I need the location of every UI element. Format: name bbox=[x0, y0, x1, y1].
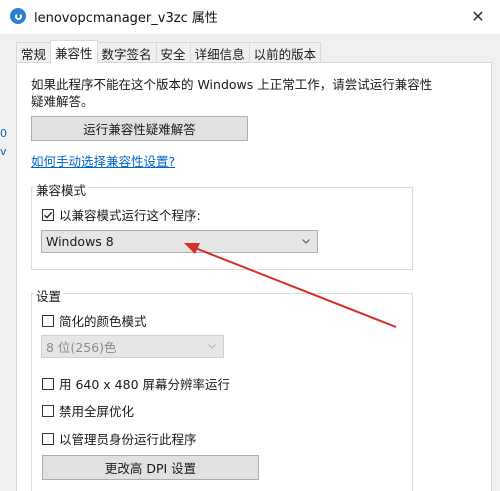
fullscreen-row: 禁用全屏优化 bbox=[42, 401, 134, 420]
compat-mode-row: 以兼容模式运行这个程序: bbox=[42, 205, 201, 224]
tab-digital-signatures[interactable]: 数字签名 bbox=[96, 42, 157, 63]
color-depth-select[interactable]: 8 位(256)色 bbox=[41, 335, 224, 358]
fullscreen-checkbox[interactable] bbox=[42, 404, 54, 417]
tab-strip: 常规 兼容性 数字签名 安全 详细信息 以前的版本 bbox=[16, 40, 322, 64]
admin-checkbox[interactable] bbox=[42, 432, 54, 445]
window-title: lenovopcmanager_v3zc 属性 bbox=[34, 11, 218, 26]
description-line-1: 如果此程序不能在这个版本的 Windows 上正常工作，请尝试运行兼容性 bbox=[31, 77, 433, 92]
tab-general[interactable]: 常规 bbox=[16, 42, 52, 63]
settings-group-label: 设置 bbox=[34, 286, 64, 305]
close-button[interactable]: ✕ bbox=[456, 0, 500, 32]
resolution-row: 用 640 x 480 屏幕分辨率运行 bbox=[42, 374, 230, 393]
reduced-color-checkbox[interactable] bbox=[42, 314, 54, 327]
tab-compatibility[interactable]: 兼容性 bbox=[50, 40, 98, 64]
reduced-color-label: 简化的颜色模式 bbox=[59, 314, 147, 329]
lenovo-app-icon bbox=[10, 8, 26, 24]
compat-description: 如果此程序不能在这个版本的 Windows 上正常工作，请尝试运行兼容性 疑难解… bbox=[31, 76, 471, 110]
resolution-label: 用 640 x 480 屏幕分辨率运行 bbox=[59, 377, 231, 392]
description-line-2: 疑难解答。 bbox=[31, 94, 94, 109]
chevron-down-icon bbox=[302, 239, 310, 244]
tab-details[interactable]: 详细信息 bbox=[189, 42, 250, 63]
properties-window: lenovopcmanager_v3zc 属性 ✕ 0 v 常规 兼容性 数字签… bbox=[0, 0, 500, 491]
manual-settings-link[interactable]: 如何手动选择兼容性设置? bbox=[31, 151, 175, 170]
compat-mode-checkbox[interactable] bbox=[42, 208, 54, 221]
edge-mark-1: 0 bbox=[0, 127, 7, 140]
resolution-checkbox[interactable] bbox=[42, 377, 54, 390]
compat-mode-select[interactable]: Windows 8 bbox=[41, 230, 318, 253]
compat-mode-select-value: Windows 8 bbox=[46, 234, 114, 249]
admin-label: 以管理员身份运行此程序 bbox=[59, 432, 197, 447]
background-window-edge: 0 v bbox=[0, 75, 8, 175]
compat-mode-label: 以兼容模式运行这个程序: bbox=[59, 208, 201, 223]
edge-mark-2: v bbox=[0, 145, 7, 158]
fullscreen-label: 禁用全屏优化 bbox=[59, 404, 135, 419]
chevron-down-icon bbox=[208, 344, 216, 349]
color-depth-select-value: 8 位(256)色 bbox=[46, 340, 117, 355]
tab-security[interactable]: 安全 bbox=[155, 42, 191, 63]
compat-mode-group-label: 兼容模式 bbox=[34, 180, 89, 199]
compat-mode-group bbox=[31, 187, 413, 270]
run-troubleshooter-button[interactable]: 运行兼容性疑难解答 bbox=[31, 116, 248, 141]
reduced-color-row: 简化的颜色模式 bbox=[42, 311, 147, 330]
tab-previous-versions[interactable]: 以前的版本 bbox=[248, 42, 322, 63]
title-bar: lenovopcmanager_v3zc 属性 ✕ bbox=[0, 0, 500, 34]
checkmark-icon bbox=[44, 211, 53, 219]
admin-row: 以管理员身份运行此程序 bbox=[42, 429, 197, 448]
change-dpi-button[interactable]: 更改高 DPI 设置 bbox=[42, 455, 259, 480]
